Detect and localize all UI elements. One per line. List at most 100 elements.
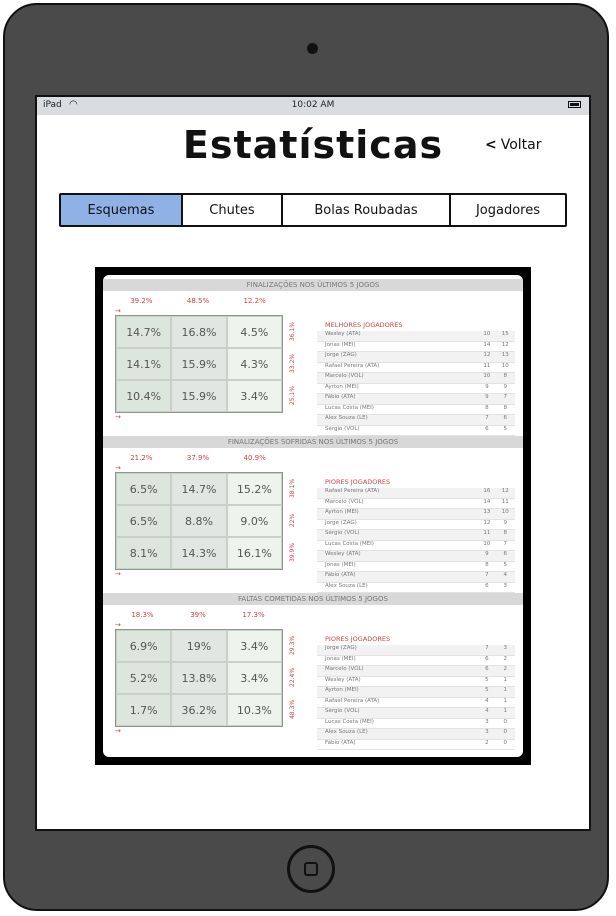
table-cell: 3 — [485, 718, 489, 725]
table-cell: 11 — [483, 530, 491, 536]
table-row: Lucas Costa (MEI) 10 7 — [317, 541, 515, 551]
column-percentage: 39.2% — [130, 297, 153, 305]
table-cell: 8 — [503, 530, 508, 536]
table-cell: Jorge (ZAG) — [325, 352, 357, 358]
table-cell: 3 — [503, 645, 508, 651]
players-table-title: MELHORES JOGADORES — [325, 321, 403, 329]
tab-esquemas[interactable]: Esquemas — [61, 195, 183, 225]
table-cell: 5 — [503, 425, 508, 432]
zone-cell: 4.3% — [226, 348, 282, 380]
stats-section: FINALIZAÇÕES NOS ÚLTIMOS 5 JOGOS 39.2% 48.… — [103, 279, 523, 436]
table-row: Jonas (MEI) 8 5 — [317, 561, 515, 572]
direction-arrow-icon: → — [115, 570, 121, 578]
table-row: Lucas Costa (MEI) 8 8 — [317, 405, 515, 415]
zone-cell: 9.0% — [226, 505, 282, 537]
table-cell: 5 — [485, 676, 489, 683]
zone-cell: 8.8% — [171, 505, 227, 537]
table-row: Alex Souza (LE) 7 6 — [317, 415, 515, 426]
table-row: Ayrton (MEI) 9 9 — [317, 383, 515, 394]
pitch-zone-grid: 14.7% 16.8% 4.5% 14.1% 15.9% 4.3% 10.4% 15.9% 3.… — [115, 315, 283, 413]
row-percentages: 38.1% 22% 39.9% — [287, 472, 299, 568]
stats-section: FALTAS COMETIDAS NOS ÚLTIMOS 5 JOGOS 18.3… — [103, 593, 523, 750]
table-cell: Ayrton (MEI) — [325, 383, 359, 390]
table-cell: 8 — [503, 373, 508, 379]
table-cell: 10 — [483, 331, 491, 337]
table-row: Sérgio (VOL) 11 8 — [317, 530, 515, 541]
zone-cell: 14.7% — [171, 473, 227, 505]
table-row: Fábio (ATA) 2 0 — [317, 739, 515, 750]
table-cell: Marcelo (VOL) — [325, 373, 364, 379]
zone-cell: 16.1% — [226, 537, 282, 569]
table-cell: 12 — [501, 488, 509, 494]
table-cell: 13 — [483, 509, 491, 515]
table-cell: 3 — [503, 582, 508, 589]
table-row: Wesley (ATA) 9 6 — [317, 551, 515, 562]
tab-bolas-roubadas[interactable]: Bolas Roubadas — [283, 195, 451, 225]
statistics-image: FINALIZAÇÕES NOS ÚLTIMOS 5 JOGOS 39.2% 4 8.… — [95, 267, 531, 765]
table-cell: 1 — [503, 676, 508, 683]
table-cell: Sérgio (VOL) — [325, 530, 360, 536]
direction-arrow-icon: → — [115, 727, 121, 735]
table-cell: Fábio (ATA) — [325, 572, 356, 578]
table-cell: Wesley (ATA) — [325, 551, 361, 557]
table-cell: 4 — [503, 572, 508, 578]
zone-cell: 6.5% — [116, 473, 172, 505]
table-cell: 1 — [503, 708, 508, 714]
statistics-image-content: FINALIZAÇÕES NOS ÚLTIMOS 5 JOGOS 39.2% 4 8.… — [103, 275, 523, 757]
table-row: Rafael Pereira (ATA) 16 12 — [317, 488, 515, 499]
table-row: Marcelo (VOL) 6 2 — [317, 666, 515, 677]
clock: 10:02 AM — [291, 100, 335, 110]
tab-chutes[interactable]: Chutes — [183, 195, 283, 225]
table-row: Jorge (ZAG) 7 3 — [317, 645, 515, 656]
table-cell: 1 — [503, 697, 508, 704]
tab-jogadores[interactable]: Jogadores — [451, 195, 565, 225]
table-row: Lucas Costa (MEI) 3 0 — [317, 718, 515, 729]
stats-section: FINALIZAÇÕES SOFRIDAS NOS ÚLTIMOS 5 JOGO… — [103, 436, 523, 593]
table-row: Ayrton (MEI) 13 10 — [317, 509, 515, 520]
table-cell: 12 — [501, 341, 509, 348]
camera-dot — [307, 43, 318, 54]
table-cell: Wesley (ATA) — [325, 676, 361, 683]
table-cell: 8 — [485, 561, 489, 568]
table-cell: Jorge (ZAG) — [325, 519, 357, 526]
ipad-device-frame: iPad ◠ 10:02 AM Estatísticas < Voltar Esq… — [3, 3, 609, 911]
players-table: PIORES JOGADORES Jorge (ZAG) 7 3 Jonas (MEI)… — [317, 623, 515, 750]
table-cell: 5 — [485, 687, 489, 693]
table-row: Wesley (ATA) 5 1 — [317, 676, 515, 687]
table-cell: 7 — [485, 572, 489, 578]
row-percentage: 22% — [289, 513, 297, 527]
table-cell: 16 — [483, 488, 491, 494]
zone-cell: 13.8% — [171, 662, 227, 694]
direction-arrow-icon: → — [115, 413, 121, 421]
table-row: Fábio (ATA) 7 4 — [317, 572, 515, 583]
row-percentage: 33.2% — [289, 353, 297, 373]
zone-cell: 4.5% — [226, 316, 282, 348]
back-button[interactable]: < Voltar — [485, 137, 542, 153]
table-row: Ayrton (MEI) 5 1 — [317, 687, 515, 698]
players-table: MELHORES JOGADORES Wesley (ATA) 10 15 Jonas … — [317, 309, 515, 436]
home-button[interactable] — [287, 845, 335, 893]
table-cell: 14 — [483, 498, 491, 505]
table-row: Sérgio (VOL) 4 1 — [317, 708, 515, 719]
zone-cell: 14.1% — [116, 348, 172, 380]
section-heading: FINALIZAÇÕES NOS ÚLTIMOS 5 JOGOS — [103, 279, 523, 291]
back-label: Voltar — [500, 137, 542, 153]
table-cell: Alex Souza (LE) — [325, 729, 368, 735]
table-cell: Alex Souza (LE) — [325, 415, 368, 421]
table-cell: Fábio (ATA) — [325, 739, 356, 746]
table-cell: 3 — [485, 729, 489, 735]
table-cell: Rafael Pereira (ATA) — [325, 488, 380, 494]
table-row: Fábio (ATA) 9 7 — [317, 394, 515, 405]
table-cell: 6 — [503, 415, 508, 421]
table-cell: 9 — [485, 551, 489, 557]
table-cell: Lucas Costa (MEI) — [325, 718, 374, 725]
table-row: Jonas (MEI) 14 12 — [317, 341, 515, 352]
status-bar: iPad ◠ 10:02 AM — [37, 97, 589, 115]
table-row: Alex Souza (LE) 3 0 — [317, 729, 515, 740]
row-percentage: 22.4% — [289, 667, 297, 687]
column-percentages: 18.3% 39% 17.3% — [113, 611, 283, 619]
table-cell: 11 — [501, 498, 509, 505]
table-cell: Wesley (ATA) — [325, 331, 361, 337]
table-cell: Fábio (ATA) — [325, 394, 356, 400]
table-cell: 9 — [485, 394, 489, 400]
